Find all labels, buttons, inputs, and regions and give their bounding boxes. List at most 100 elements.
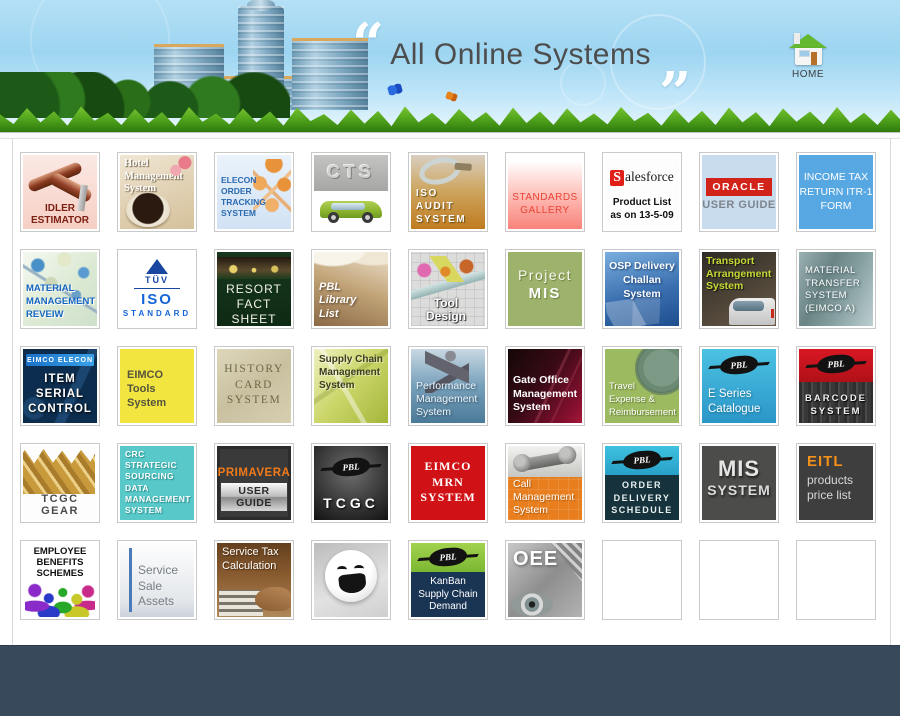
tile-label: Service Sale Assets [138, 563, 178, 610]
tile-oracle-user-guide[interactable]: ORACLE USER GUIDE [699, 152, 779, 232]
tile-label: MATERIAL MANAGEMENT REVEIW [26, 282, 95, 321]
accent-line [129, 548, 132, 612]
item-serial-thumbnail: EIMCO ELECON ITEM SERIAL CONTROL [23, 349, 97, 423]
car-wheel-graphic [328, 212, 339, 223]
tile-service-sale-assets[interactable]: Service Sale Assets [117, 540, 197, 620]
tile-label: Travel Expense & Reimbursement [609, 380, 676, 419]
tile-hotel-management-system[interactable]: Hotel Management System [117, 152, 197, 232]
empty-slot [605, 543, 679, 617]
tile-resort-fact-sheet[interactable]: RESORT FACT SHEET [214, 249, 294, 329]
tile-label: products price list [807, 473, 853, 503]
foliage-graphic [0, 72, 290, 118]
tile-label: Call Management System [513, 478, 574, 517]
tile-supply-chain-management-system[interactable]: Supply Chain Management System [311, 346, 391, 426]
material-transfer-thumbnail: MATERIAL TRANSFER SYSTEM (EIMCO A) [799, 252, 873, 326]
material-review-thumbnail: MATERIAL MANAGEMENT REVEIW [23, 252, 97, 326]
home-button[interactable]: HOME [782, 34, 834, 80]
tile-project-mis[interactable]: Project MIS [505, 249, 585, 329]
tile-kanban-supply-chain-demand[interactable]: PBL KanBan Supply Chain Demand [408, 540, 488, 620]
tile-label: ELECON ORDER TRACKING SYSTEM [221, 175, 266, 219]
resort-fact-thumbnail: RESORT FACT SHEET [217, 252, 291, 326]
tile-history-card-system[interactable]: HISTORY CARD SYSTEM [214, 346, 294, 426]
content-panel: IDLER ESTIMATOR Hotel Management System … [12, 139, 891, 645]
salesforce-logo: Salesforce [605, 168, 679, 186]
tile-employee-benefits-schemes[interactable]: EMPLOYEE BENEFITS SCHEMES [20, 540, 100, 620]
pbl-logo-text: PBL [633, 454, 651, 465]
tile-service-tax-calculation[interactable]: Service Tax Calculation [214, 540, 294, 620]
tile-label: Supply Chain Management System [319, 353, 383, 392]
cad-machines-graphic [415, 256, 481, 282]
standard-label: STANDARD [120, 309, 194, 318]
primavera-brand: PRIMAVERA [217, 467, 291, 479]
car-wheel-graphic [362, 212, 373, 223]
tile-pbl-library-list[interactable]: PBL Library List [311, 249, 391, 329]
salesforce-logo-s: S [610, 170, 624, 186]
tile-label: CRC STRATEGIC SOURCING DATA MANAGEMENT S… [125, 449, 191, 516]
oracle-thumbnail: ORACLE USER GUIDE [702, 155, 776, 229]
tile-mis-system[interactable]: MIS SYSTEM [699, 443, 779, 523]
tile-iso-standard[interactable]: TÜV ISO STANDARD [117, 249, 197, 329]
iso-audit-thumbnail: ISO AUDIT SYSTEM [411, 155, 485, 229]
tile-material-transfer-system-eimco-a[interactable]: MATERIAL TRANSFER SYSTEM (EIMCO A) [796, 249, 876, 329]
tile-smiley-mascot[interactable] [311, 540, 391, 620]
tile-label: ORDER DELIVERY SCHEDULE [605, 479, 679, 517]
call-management-thumbnail: Call Management System [508, 446, 582, 520]
eitl-thumbnail: EITL products price list [799, 446, 873, 520]
crc-sourcing-thumbnail: CRC STRATEGIC SOURCING DATA MANAGEMENT S… [120, 446, 194, 520]
tile-income-tax-return-itr1-form[interactable]: INCOME TAX RETURN ITR-1 FORM [796, 152, 876, 232]
tile-empty [602, 540, 682, 620]
tile-gate-office-management-system[interactable]: Gate Office Management System [505, 346, 585, 426]
service-tax-thumbnail: Service Tax Calculation [217, 543, 291, 617]
tile-label: BARCODE SYSTEM [799, 392, 873, 418]
tile-iso-audit-system[interactable]: ISO AUDIT SYSTEM [408, 152, 488, 232]
tile-tool-design[interactable]: Tool Design [408, 249, 488, 329]
tile-label: Gate Office Management System [513, 374, 577, 415]
tile-label: RESORT FACT SHEET [217, 282, 291, 326]
tile-performance-management-system[interactable]: Performance Management System [408, 346, 488, 426]
supply-chain-thumbnail: Supply Chain Management System [314, 349, 388, 423]
tile-label: Service Tax Calculation [222, 546, 279, 573]
tile-label: Product List as on 13-5-09 [605, 197, 679, 222]
tile-primavera-user-guide[interactable]: PRIMAVERA USER GUIDE [214, 443, 294, 523]
resort-photo-graphic [217, 257, 291, 279]
library-thumbnail: PBL Library List [314, 252, 388, 326]
tile-travel-expense-reimbursement[interactable]: Travel Expense & Reimbursement [602, 346, 682, 426]
travel-expense-thumbnail: Travel Expense & Reimbursement [605, 349, 679, 423]
pbl-logo-text: PBL [730, 359, 748, 370]
tile-idler-estimator[interactable]: IDLER ESTIMATOR [20, 152, 100, 232]
tile-osp-delivery-challan-system[interactable]: OSP Delivery Challan System [602, 249, 682, 329]
eye-graphic [511, 593, 553, 616]
idler-estimator-thumbnail: IDLER ESTIMATOR [23, 155, 97, 229]
coffee-cup-graphic [126, 193, 170, 227]
butterfly-icon [387, 82, 403, 96]
tile-tcgc-gear[interactable]: TCGC GEAR [20, 443, 100, 523]
tile-eimco-mrn-system[interactable]: EIMCO MRN SYSTEM [408, 443, 488, 523]
smiley-mascot-thumbnail [314, 543, 388, 617]
tile-elecon-order-tracking-system[interactable]: ELECON ORDER TRACKING SYSTEM [214, 152, 294, 232]
tile-e-series-catalogue[interactable]: PBL E Series Catalogue [699, 346, 779, 426]
tile-tcgc[interactable]: PBL TCGC [311, 443, 391, 523]
pbl-logo-text: PBL [439, 551, 457, 562]
tile-label: ITEM SERIAL CONTROL [23, 372, 97, 417]
tile-label: USER GUIDE [221, 483, 287, 511]
open-quote-icon: “ [352, 22, 384, 66]
tile-transport-arrangement-system[interactable]: Transport Arrangement System [699, 249, 779, 329]
tile-salesforce-product-list[interactable]: Salesforce Product List as on 13-5-09 [602, 152, 682, 232]
pbl-logo: PBL [719, 355, 758, 376]
tile-label: OSP Delivery Challan System [605, 259, 679, 301]
tile-call-management-system[interactable]: Call Management System [505, 443, 585, 523]
tile-crc-strategic-sourcing-dms[interactable]: CRC STRATEGIC SOURCING DATA MANAGEMENT S… [117, 443, 197, 523]
tile-eimco-tools-system[interactable]: EIMCO Tools System [117, 346, 197, 426]
tile-barcode-system[interactable]: PBL BARCODE SYSTEM [796, 346, 876, 426]
tile-standards-gallery[interactable]: STANDARDS GALLERY [505, 152, 585, 232]
tile-item-serial-control[interactable]: EIMCO ELECON ITEM SERIAL CONTROL [20, 346, 100, 426]
tile-oee[interactable]: OEE [505, 540, 585, 620]
tile-cts[interactable]: CTS [311, 152, 391, 232]
empty-slot [702, 543, 776, 617]
tile-material-management-review[interactable]: MATERIAL MANAGEMENT REVEIW [20, 249, 100, 329]
divider [134, 288, 180, 289]
tcgc-gear-thumbnail: TCGC GEAR [23, 446, 97, 520]
tile-label: TCGC [314, 495, 388, 511]
tile-eitl-products-price-list[interactable]: EITL products price list [796, 443, 876, 523]
tile-order-delivery-schedule[interactable]: PBL ORDER DELIVERY SCHEDULE [602, 443, 682, 523]
